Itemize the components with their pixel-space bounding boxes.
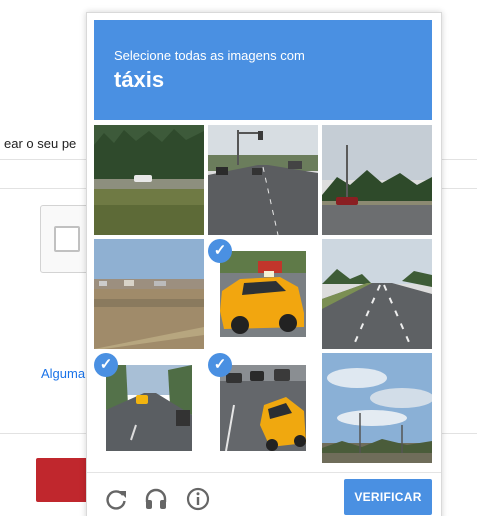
selected-check-icon: ✓ <box>208 353 232 377</box>
footer-divider <box>87 472 441 473</box>
image-tile[interactable] <box>94 125 204 235</box>
tile-image <box>322 125 432 235</box>
tile-image <box>220 365 306 451</box>
image-tile[interactable] <box>322 239 432 349</box>
page: ear o seu pe Alguma Selecione todas as i… <box>0 0 477 516</box>
tile-image <box>208 125 318 235</box>
captcha-target: táxis <box>114 67 165 92</box>
headphones-icon[interactable] <box>143 486 169 512</box>
captcha-instruction: Selecione todas as imagens com <box>114 48 305 63</box>
image-tile[interactable] <box>208 125 318 235</box>
reload-icon[interactable] <box>103 486 129 512</box>
tile-image <box>322 353 432 463</box>
tile-image <box>322 239 432 349</box>
image-tile[interactable] <box>322 353 432 463</box>
tile-image <box>94 239 204 349</box>
image-tile[interactable]: ✓ <box>208 239 318 349</box>
image-tile[interactable]: ✓ <box>94 353 204 463</box>
selected-check-icon: ✓ <box>208 239 232 263</box>
tile-image-wrapper <box>220 365 306 451</box>
recaptcha-checkbox[interactable] <box>54 226 80 252</box>
selected-check-icon: ✓ <box>94 353 118 377</box>
background-partial-text: ear o seu pe <box>4 136 77 151</box>
tile-image <box>94 125 204 235</box>
info-icon[interactable] <box>185 486 211 512</box>
tile-image-wrapper <box>220 251 306 337</box>
image-tile[interactable] <box>94 239 204 349</box>
captcha-dialog: Selecione todas as imagens com táxis ✓ ✓… <box>86 12 442 516</box>
image-tile[interactable]: ✓ <box>208 353 318 463</box>
captcha-header: Selecione todas as imagens com táxis <box>94 20 432 120</box>
background-link[interactable]: Alguma <box>41 366 85 381</box>
verify-button[interactable]: VERIFICAR <box>344 479 432 515</box>
tile-image <box>220 251 306 337</box>
tile-image <box>106 365 192 451</box>
image-grid: ✓ ✓ ✓ <box>94 125 434 465</box>
image-tile[interactable] <box>322 125 432 235</box>
tile-image-wrapper <box>106 365 192 451</box>
